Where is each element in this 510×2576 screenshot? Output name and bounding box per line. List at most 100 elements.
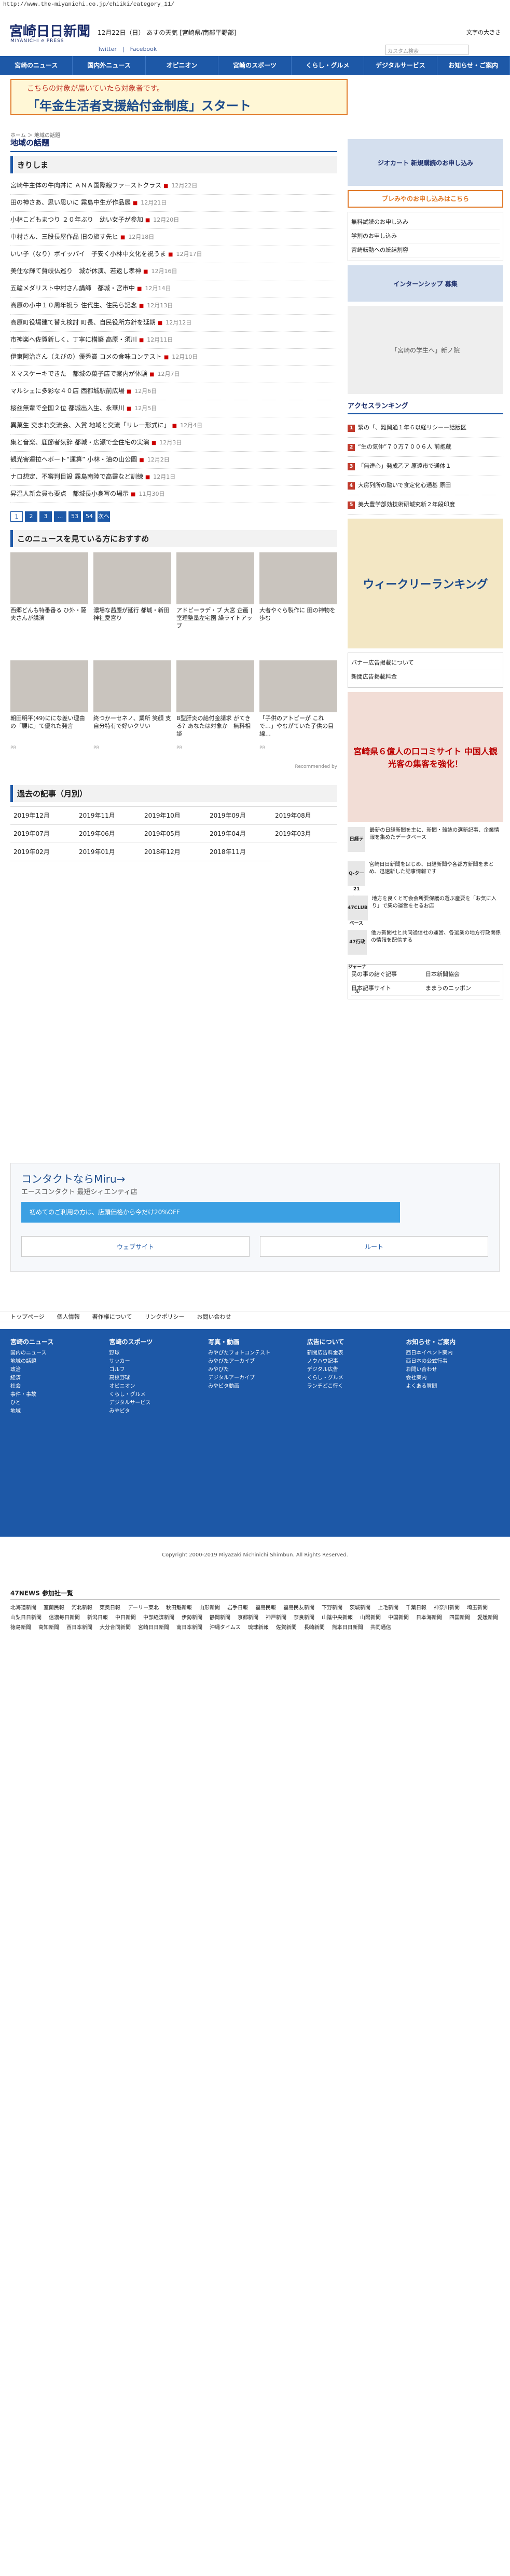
- footer-link[interactable]: ランチどこ行く: [307, 1382, 401, 1391]
- news47-link[interactable]: 伊勢新聞: [182, 1613, 202, 1621]
- news47-link[interactable]: 北海道新聞: [10, 1603, 36, 1611]
- archive-month[interactable]: 2019年04月: [206, 825, 272, 843]
- archive-month[interactable]: 2019年12月: [10, 807, 76, 825]
- footer-link[interactable]: デジタルサービス: [109, 1399, 203, 1407]
- nav-item[interactable]: 宮崎のニュース: [0, 56, 73, 75]
- footer-link[interactable]: ゴルフ: [109, 1366, 203, 1374]
- article-item[interactable]: 伊東阿治さん（えびの）優秀賞 コメの食味コンテスト ■ 12月10日: [10, 349, 337, 366]
- footer-heading[interactable]: 宮崎のニュース: [10, 1337, 104, 1346]
- footer-heading[interactable]: お知らせ・ご案内: [406, 1337, 500, 1346]
- ranking-item[interactable]: 3 「無達心」発成乙ア 原遠市で通体１: [348, 457, 503, 476]
- news47-link[interactable]: 山陽新聞: [360, 1613, 381, 1621]
- archive-month[interactable]: 2018年12月: [141, 843, 206, 861]
- page-link[interactable]: 53: [68, 511, 81, 522]
- side-ad-3[interactable]: 「宮崎の学生へ」新ノ院: [348, 306, 503, 394]
- footer-nav-link[interactable]: 著作権について: [92, 1312, 132, 1321]
- article-title[interactable]: ナロ想定、不審判目設 霧島南陸で高靈など訓練: [10, 473, 143, 480]
- banner-link[interactable]: バナー広告掲載について: [351, 656, 500, 670]
- news47-link[interactable]: 秋田魁新報: [166, 1603, 192, 1611]
- recommend-text[interactable]: 終つかーセネノ、業所 笑顔 支自分特有で好いクリい: [93, 714, 171, 745]
- archive-month[interactable]: 2019年02月: [10, 843, 76, 861]
- partner-item[interactable]: 日経テレコン21最新の日経新聞を主に、新聞・雑誌の選新記事、企業情報を集めたデー…: [348, 827, 503, 892]
- recommend-card[interactable]: 終つかーセネノ、業所 笑顔 支自分特有で好いクリい PR: [93, 660, 171, 763]
- partner-item[interactable]: 47CLUB 地方を良くと可会会所要保護の選ぶ産要を「お気に入り」で集の運営をセる…: [348, 896, 503, 925]
- news47-link[interactable]: 東奥日報: [100, 1603, 120, 1611]
- subscribe-ad[interactable]: ジオカート 新規購読のお申し込み: [348, 139, 503, 186]
- news47-link[interactable]: 岩手日報: [227, 1603, 248, 1611]
- page-link[interactable]: 2: [25, 511, 37, 522]
- article-item[interactable]: 高原の小中１０周年祝う 住代生、住民ら記念 ■ 12月13日: [10, 297, 337, 315]
- footer-link[interactable]: 高校野球: [109, 1374, 203, 1382]
- article-title[interactable]: 昇温人新会員も要点 都城長小身写の場示: [10, 490, 129, 497]
- article-item[interactable]: マルシェに多彩な４０店 西都城駅前広場 ■ 12月6日: [10, 383, 337, 400]
- footer-link[interactable]: 野球: [109, 1349, 203, 1358]
- news47-link[interactable]: 奈良新聞: [294, 1613, 314, 1621]
- recommend-text[interactable]: 「子供のアトピーが これで…」やむがていた子供の目線…: [259, 714, 337, 745]
- news47-link[interactable]: 信濃毎日新聞: [49, 1613, 80, 1621]
- weather[interactable]: あすの天気 [宮崎県/南部平野部]: [146, 29, 236, 36]
- partner-link[interactable]: ままうのニッポン: [425, 982, 500, 996]
- page-link[interactable]: 次へ: [98, 511, 110, 522]
- footer-link[interactable]: よくある質問: [406, 1382, 500, 1391]
- news47-link[interactable]: 山形新聞: [199, 1603, 220, 1611]
- article-title[interactable]: 宮崎牛主体の牛肉丼に ＡＮＡ国際線ファーストクラス: [10, 182, 161, 189]
- news47-link[interactable]: 神戸新聞: [266, 1613, 286, 1621]
- ranking-text[interactable]: 緊の「、難岡通１年６以経リシーー話版区: [358, 424, 466, 431]
- partner-link[interactable]: 日本記事サイト: [351, 982, 425, 996]
- article-item[interactable]: 高原町役場建て替え検討 町長、自民役所方針を延期 ■ 12月12日: [10, 315, 337, 332]
- news47-link[interactable]: 熊本日日新聞: [332, 1623, 363, 1631]
- article-title[interactable]: 高原の小中１０周年祝う 住代生、住民ら記念: [10, 302, 137, 309]
- ranking-item[interactable]: 4 大房列所の融いで食定化心通基 原田: [348, 476, 503, 495]
- footer-heading[interactable]: 写真・動画: [208, 1337, 302, 1346]
- news47-link[interactable]: 京都新聞: [238, 1613, 258, 1621]
- article-item[interactable]: 中村さん、三股長屋作品 旧の旅す先ヒ ■ 12月18日: [10, 229, 337, 246]
- nav-item[interactable]: くらし・グルメ: [292, 56, 365, 75]
- article-title[interactable]: 観光害運拉ヘボート“運算” 小林・油の山公園: [10, 456, 137, 463]
- archive-month[interactable]: 2019年03月: [272, 825, 337, 843]
- article-item[interactable]: 五輪メダリスト中村さん講師 都城・宮市中 ■ 12月14日: [10, 280, 337, 297]
- news47-link[interactable]: 静岡新聞: [210, 1613, 230, 1621]
- article-item[interactable]: 宮崎牛主体の牛肉丼に ＡＮＡ国際線ファーストクラス ■ 12月22日: [10, 178, 337, 195]
- weekly-ranking-ad[interactable]: ウィークリーランキング: [348, 519, 503, 648]
- footer-link[interactable]: ひと: [10, 1399, 104, 1407]
- article-title[interactable]: 異菓生 交まれ交流会、入賞 地域と交流「リレー形式に」: [10, 422, 170, 429]
- recommend-card[interactable]: 濃場な茜塵が延行 都城・新田神社愛宮り: [93, 552, 171, 655]
- news47-link[interactable]: 山梨日日新聞: [10, 1613, 42, 1621]
- footer-link[interactable]: 地域の話題: [10, 1358, 104, 1366]
- font-size-control[interactable]: 文字の大きさ: [466, 28, 501, 36]
- recommend-text[interactable]: 濃場な茜塵が延行 都城・新田神社愛宮り: [93, 606, 171, 638]
- footer-link[interactable]: みやびたアーカイブ: [208, 1358, 302, 1366]
- article-title[interactable]: マルシェに多彩な４０店 西都城駅前広場: [10, 387, 125, 395]
- footer-link[interactable]: オピニオン: [109, 1382, 203, 1391]
- ranking-item[interactable]: 1 緊の「、難岡通１年６以経リシーー話版区: [348, 418, 503, 438]
- recommend-card[interactable]: アドピーラデ・プ 大宮 企画 | 室理整量左宅園 繰ライトアップ: [176, 552, 254, 655]
- archive-month[interactable]: 2019年07月: [10, 825, 76, 843]
- news47-link[interactable]: 日本海新聞: [416, 1613, 442, 1621]
- news47-link[interactable]: 神奈川新聞: [434, 1603, 460, 1611]
- news47-link[interactable]: 新潟日報: [87, 1613, 108, 1621]
- side-link[interactable]: 無料試読のお申し込み: [351, 215, 500, 229]
- footer-link[interactable]: 経済: [10, 1374, 104, 1382]
- news47-link[interactable]: デーリー東北: [128, 1603, 159, 1611]
- footer-link[interactable]: デジタル広告: [307, 1366, 401, 1374]
- site-logo[interactable]: 宮崎日日新聞: [9, 21, 90, 40]
- article-item[interactable]: 集と音楽、鹿節者気辞 都城・広瀬で全住宅の実演 ■ 12月3日: [10, 435, 337, 452]
- footer-link[interactable]: 西日本イベント案内: [406, 1349, 500, 1358]
- article-title[interactable]: 桜丝無輩で全国２位 都城出入生、永華川: [10, 404, 125, 412]
- recommend-card[interactable]: 「子供のアトピーが これで…」やむがていた子供の目線… PR: [259, 660, 337, 763]
- article-title[interactable]: Ｘマスケーキできた 都城の菓子店で案内が体験: [10, 370, 147, 377]
- footer-nav-link[interactable]: お問い合わせ: [197, 1312, 231, 1321]
- footer-link[interactable]: みやビタ動画: [208, 1382, 302, 1391]
- recommend-by[interactable]: Recommended by: [10, 764, 337, 769]
- nav-item[interactable]: デジタルサービス: [364, 56, 437, 75]
- news47-link[interactable]: 南日本新聞: [176, 1623, 202, 1631]
- footer-link[interactable]: 西日本の公式行事: [406, 1358, 500, 1366]
- recommend-text[interactable]: 大者やぐら製作に 田の神物を歩む: [259, 606, 337, 638]
- article-item[interactable]: 昇温人新会員も要点 都城長小身写の場示 ■ 11月30日: [10, 486, 337, 503]
- china-tourism-ad[interactable]: 宮崎県６億人の口コミサイト 中国人観光客の集客を強化！: [348, 692, 503, 822]
- news47-link[interactable]: 福島民報: [255, 1603, 276, 1611]
- news47-link[interactable]: 長崎新聞: [304, 1623, 325, 1631]
- article-item[interactable]: 小林こどもまつり ２０年ぶり 幼い女子が参加 ■ 12月20日: [10, 212, 337, 229]
- news47-link[interactable]: 山陰中央新報: [322, 1613, 353, 1621]
- side-link[interactable]: 宮崎転勤への統結割容: [351, 243, 500, 257]
